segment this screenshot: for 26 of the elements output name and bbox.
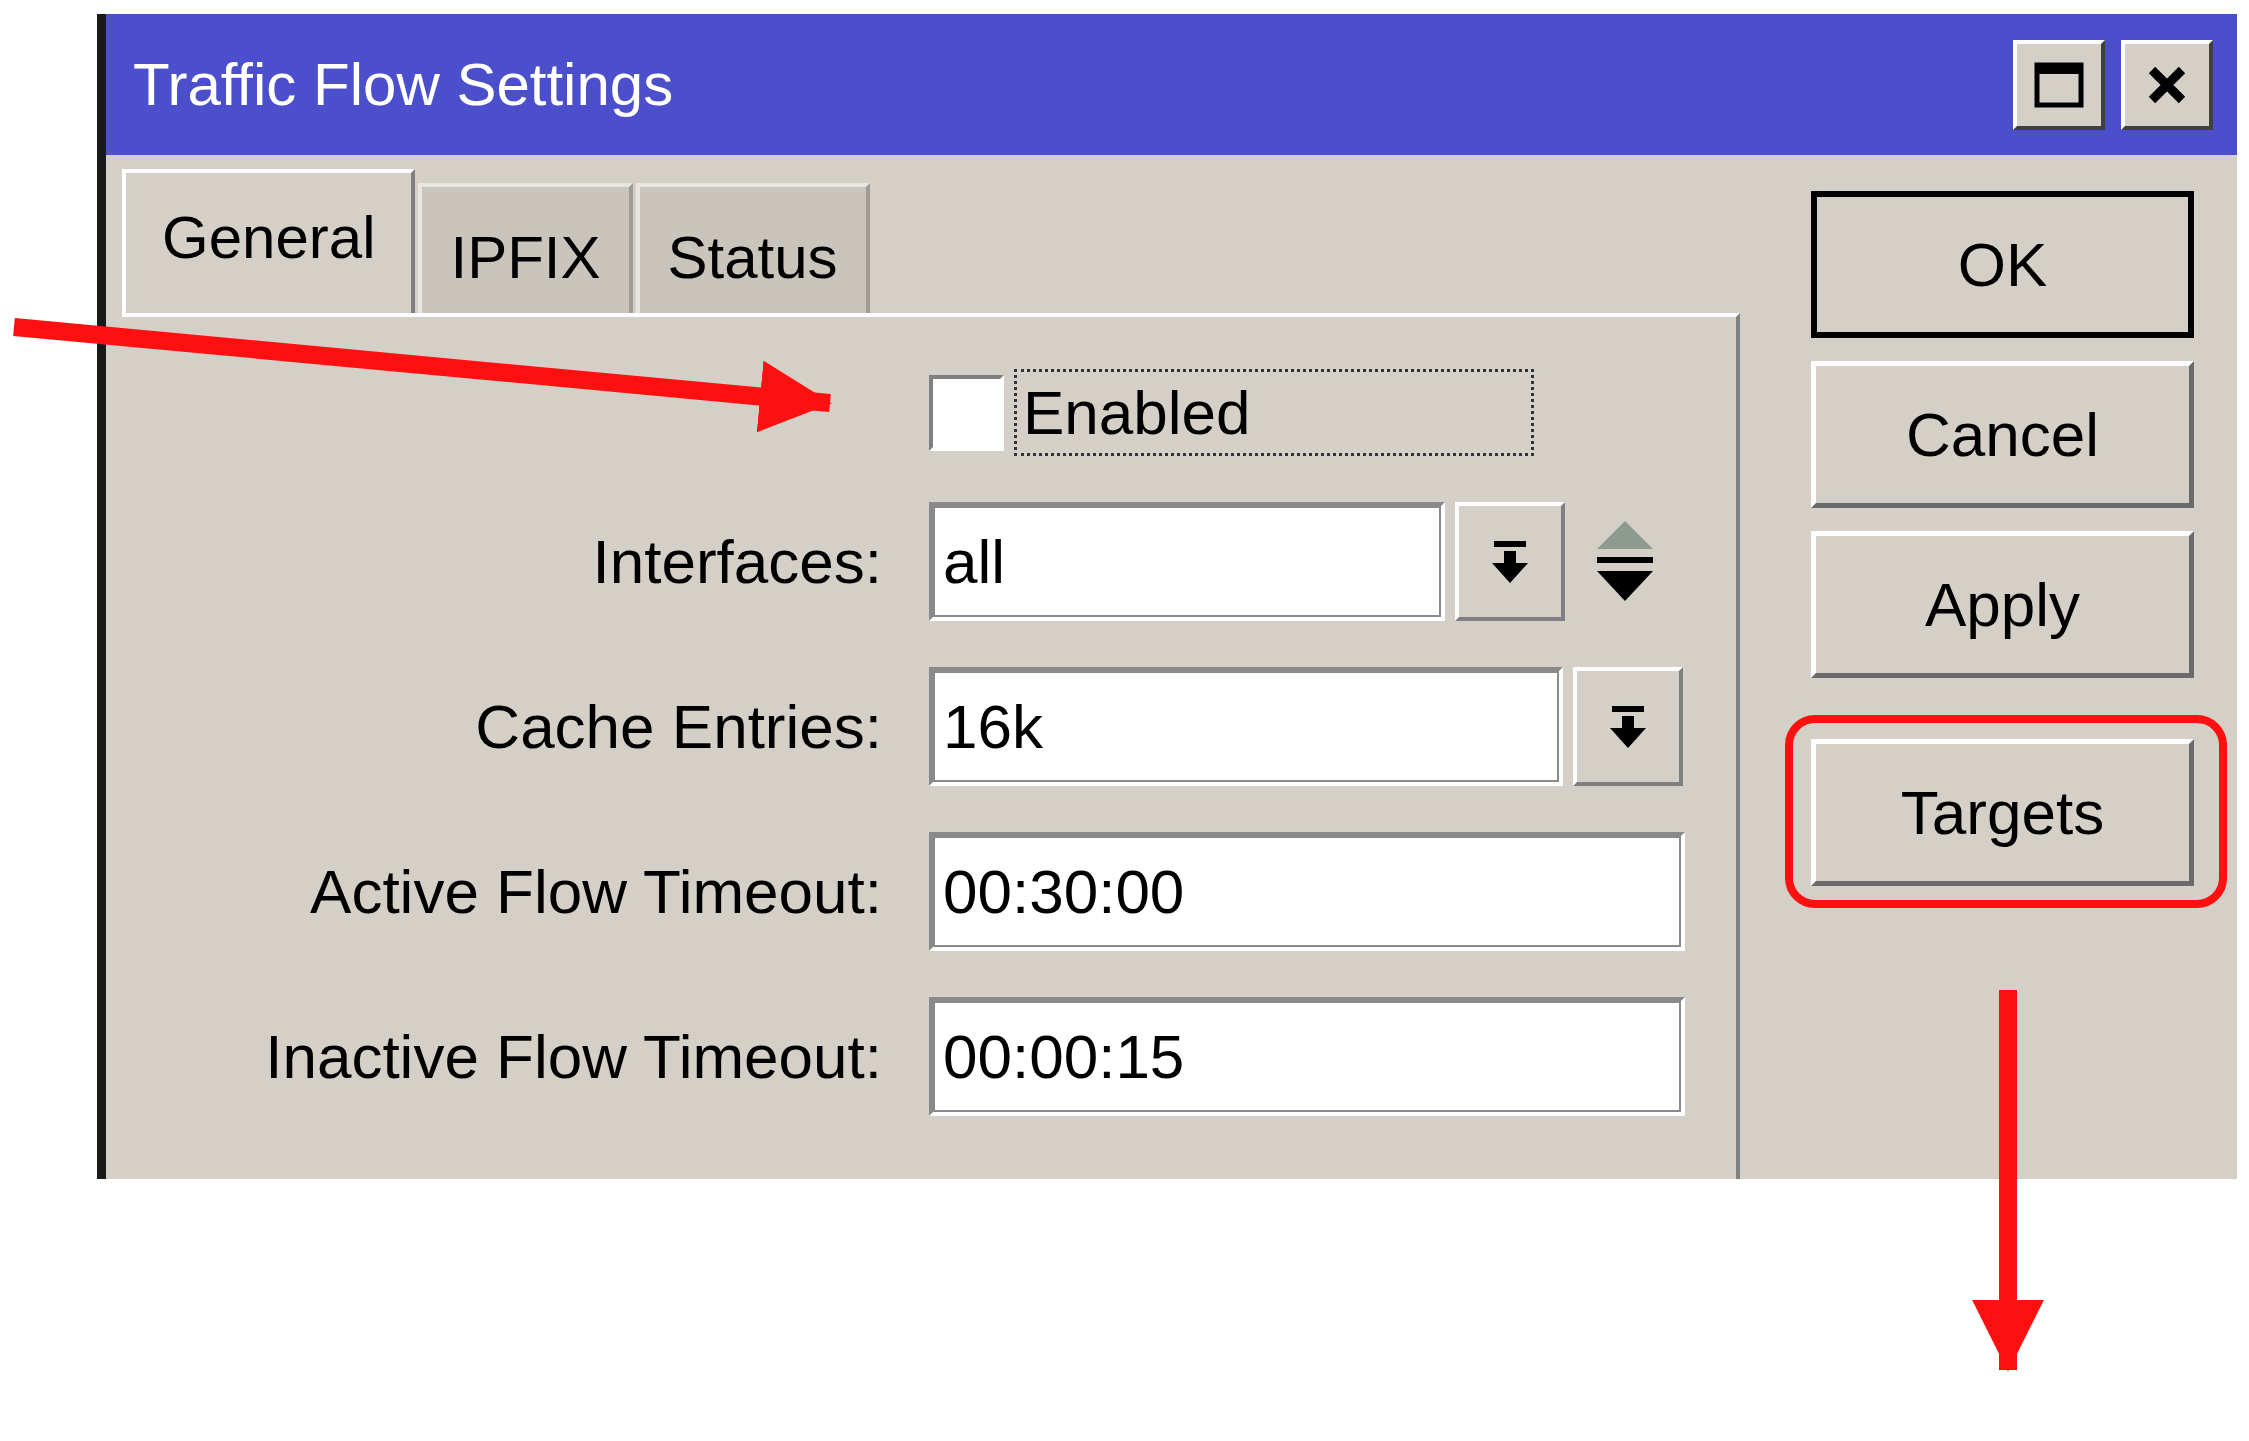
maximize-icon (2034, 61, 2084, 108)
tab[interactable]: General (122, 169, 416, 313)
dialog-button[interactable]: Targets (1811, 739, 2194, 886)
input-field[interactable]: 00:00:15 (929, 997, 1685, 1116)
field-label: Inactive Flow Timeout: (264, 1021, 882, 1092)
close-button[interactable] (2121, 39, 2213, 130)
dialog-button[interactable]: Apply (1811, 531, 2194, 678)
tab[interactable]: Status (635, 183, 870, 313)
maximize-button[interactable] (2013, 39, 2105, 130)
dialog-button[interactable]: Cancel (1811, 361, 2194, 508)
close-icon (2147, 64, 2187, 105)
dialog-button[interactable]: OK (1811, 191, 2194, 338)
input-field[interactable]: all (929, 502, 1445, 621)
window-title: Traffic Flow Settings (133, 50, 675, 119)
field-label: Interfaces: (591, 526, 882, 597)
enabled-checkbox[interactable] (929, 374, 1004, 451)
dropdown-button[interactable] (1573, 667, 1683, 786)
field-label: Active Flow Timeout: (309, 856, 882, 927)
dropdown-icon (1490, 540, 1530, 583)
dropdown-icon (1608, 705, 1648, 748)
tab[interactable]: IPFIX (418, 183, 633, 313)
dropdown-button[interactable] (1455, 502, 1565, 621)
field-label: Cache Entries: (474, 691, 882, 762)
input-field[interactable]: 16k (929, 667, 1563, 786)
input-field[interactable]: 00:30:00 (929, 832, 1685, 951)
checkbox-label[interactable]: Enabled (1014, 369, 1534, 456)
